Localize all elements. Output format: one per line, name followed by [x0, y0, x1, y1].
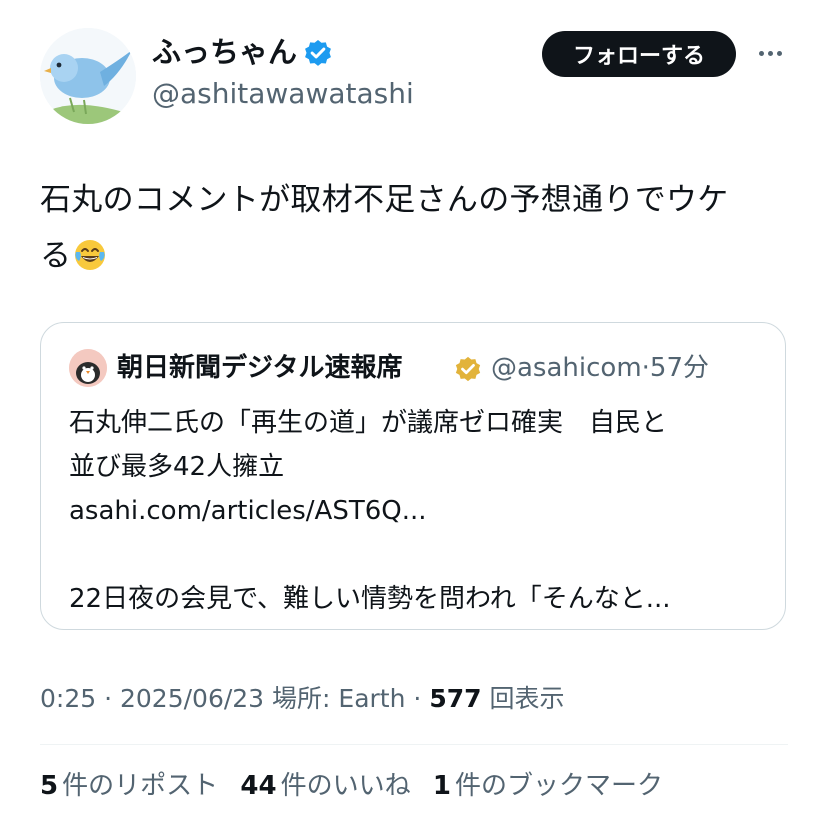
reposts-count: 5 [40, 771, 59, 801]
views-count: 577 [429, 684, 482, 713]
quoted-author-handle[interactable]: @asahicom [491, 353, 642, 383]
tweet-date[interactable]: 2025/06/23 [120, 684, 264, 713]
quoted-text-line-3: 22日夜の会見で、難しい情勢を問われ「そんなと... [69, 584, 671, 614]
quoted-time[interactable]: 57分 [650, 353, 709, 383]
quoted-author-avatar[interactable] [69, 349, 107, 387]
reposts-label: 件のリポスト [62, 771, 219, 801]
tweet-text: 石丸のコメントが取材不足さんの予想通りでウケ る [40, 172, 800, 290]
author-handle[interactable]: @ashitawawatashi [152, 76, 414, 112]
ellipsis-icon [758, 50, 764, 56]
tweet-time[interactable]: 0:25 [40, 684, 96, 713]
bookmarks-count: 1 [432, 771, 451, 801]
reposts-stat[interactable]: 5 件のリポスト [40, 771, 218, 801]
more-options-button[interactable] [750, 38, 790, 68]
gold-verified-badge-icon [455, 356, 481, 382]
tweet-text-line-2: る [40, 238, 72, 274]
quoted-link[interactable]: asahi.com/articles/AST6Q... [69, 489, 769, 533]
bookmarks-label: 件のブックマーク [454, 771, 663, 801]
author-avatar[interactable] [40, 28, 136, 124]
quoted-author-handle-and-time: @asahicom·57分 [491, 351, 709, 385]
quoted-tweet-text: 石丸伸二氏の「再生の道」が議席ゼロ確実 自民と 並び最多42人擁立 asahi.… [69, 401, 769, 621]
bookmarks-stat[interactable]: 1 件のブックマーク [433, 771, 663, 801]
quoted-tweet-card[interactable]: 朝日新聞デジタル速報席 @asahicom·57分 石丸伸二氏の「再生の道」が議… [40, 322, 786, 630]
tweet-location: 場所: Earth [272, 684, 406, 713]
face-with-tears-of-joy-icon [73, 234, 107, 290]
quoted-text-line-2: 並び最多42人擁立 [69, 452, 285, 482]
engagement-stats: 5 件のリポスト 44 件のいいね 1 件のブックマーク [40, 766, 677, 806]
verified-badge-icon [305, 40, 331, 66]
follow-button[interactable]: フォローする [542, 31, 736, 77]
penguin-avatar-icon [69, 349, 107, 387]
likes-count: 44 [240, 771, 277, 801]
quoted-author-name[interactable]: 朝日新聞デジタル速報席 [117, 351, 402, 385]
separator: · [641, 353, 650, 383]
tweet-detail: ふっちゃん @ashitawawatashi フォローする 石丸のコメントが取材… [0, 0, 828, 822]
likes-stat[interactable]: 44 件のいいね [240, 771, 410, 801]
views-label: 回表示 [489, 684, 565, 713]
likes-label: 件のいいね [280, 771, 411, 801]
bluebird-avatar-icon [40, 28, 136, 124]
quoted-text-line-1: 石丸伸二氏の「再生の道」が議席ゼロ確実 自民と [69, 408, 668, 438]
author-display-name[interactable]: ふっちゃん [152, 34, 297, 70]
divider [40, 744, 788, 745]
tweet-text-line-1: 石丸のコメントが取材不足さんの予想通りでウケ [40, 182, 729, 218]
tweet-meta: 0:25 · 2025/06/23 場所: Earth · 577 回表示 [40, 684, 565, 713]
